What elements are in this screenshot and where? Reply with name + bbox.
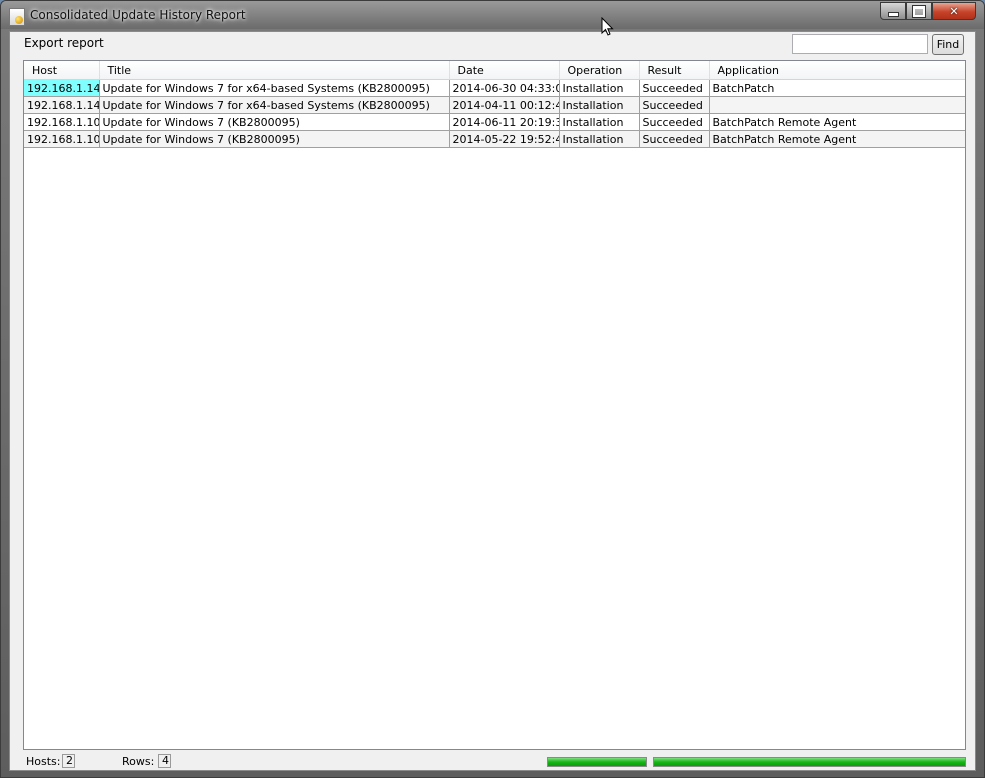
date-cell[interactable]: 2014-06-11 20:19:37 — [449, 113, 560, 131]
column-header-application[interactable]: Application — [709, 61, 965, 80]
result-cell[interactable]: Succeeded — [639, 113, 710, 131]
hosts-count: 2 — [62, 754, 75, 768]
result-cell[interactable]: Succeeded — [639, 96, 710, 114]
table-row[interactable]: 192.168.1.108 Update for Windows 7 (KB28… — [24, 130, 965, 148]
search-input[interactable] — [792, 34, 928, 54]
column-header-date[interactable]: Date — [449, 61, 560, 80]
update-history-table: Host Title Date Operation Result Applica… — [24, 61, 965, 148]
update-history-grid[interactable]: Host Title Date Operation Result Applica… — [23, 60, 966, 750]
table-row[interactable]: 192.168.1.108 Update for Windows 7 (KB28… — [24, 113, 965, 131]
rows-count: 4 — [158, 754, 171, 768]
title-cell[interactable]: Update for Windows 7 (KB2800095) — [99, 113, 450, 131]
window-client-area: Export report Find Host Title Date Opera… — [9, 31, 976, 771]
window-title: Consolidated Update History Report — [30, 8, 246, 22]
progress-bar-2-fill — [654, 758, 965, 766]
caption-buttons: ✕ — [880, 2, 976, 21]
progress-bar-2 — [653, 757, 966, 767]
title-cell[interactable]: Update for Windows 7 for x64-based Syste… — [99, 79, 450, 97]
report-window: Consolidated Update History Report ✕ Exp… — [0, 0, 985, 778]
application-cell[interactable] — [709, 96, 965, 114]
progress-bar-1 — [547, 757, 647, 767]
minimize-button[interactable] — [880, 2, 906, 20]
application-cell[interactable]: BatchPatch Remote Agent — [709, 113, 965, 131]
column-header-title[interactable]: Title — [99, 61, 450, 80]
column-header-operation[interactable]: Operation — [559, 61, 640, 80]
maximize-icon — [913, 5, 925, 17]
title-bar[interactable]: Consolidated Update History Report ✕ — [1, 1, 984, 29]
export-report-menu-item[interactable]: Export report — [24, 36, 104, 50]
close-button[interactable]: ✕ — [932, 2, 976, 20]
table-row[interactable]: 192.168.1.149 Update for Windows 7 for x… — [24, 96, 965, 114]
application-cell[interactable]: BatchPatch Remote Agent — [709, 130, 965, 148]
close-icon: ✕ — [949, 4, 959, 18]
mouse-cursor-icon — [601, 17, 614, 36]
minimize-icon — [887, 11, 899, 17]
host-cell[interactable]: 192.168.1.108 — [24, 113, 100, 131]
column-header-host[interactable]: Host — [24, 61, 100, 80]
date-cell[interactable]: 2014-04-11 00:12:45 — [449, 96, 560, 114]
title-cell[interactable]: Update for Windows 7 for x64-based Syste… — [99, 96, 450, 114]
operation-cell[interactable]: Installation — [559, 96, 640, 114]
result-cell[interactable]: Succeeded — [639, 79, 710, 97]
date-cell[interactable]: 2014-06-30 04:33:04 — [449, 79, 560, 97]
table-header-row: Host Title Date Operation Result Applica… — [24, 61, 965, 80]
column-header-result[interactable]: Result — [639, 61, 710, 80]
host-cell[interactable]: 192.168.1.149 — [24, 96, 100, 114]
rows-label: Rows: — [122, 755, 155, 768]
status-bar: Hosts: 2 Rows: 4 — [10, 752, 975, 770]
progress-bar-1-fill — [548, 758, 646, 766]
operation-cell[interactable]: Installation — [559, 79, 640, 97]
result-cell[interactable]: Succeeded — [639, 130, 710, 148]
title-cell[interactable]: Update for Windows 7 (KB2800095) — [99, 130, 450, 148]
maximize-button[interactable] — [906, 2, 932, 20]
application-cell[interactable]: BatchPatch — [709, 79, 965, 97]
report-app-icon — [9, 8, 25, 26]
host-cell[interactable]: 192.168.1.108 — [24, 130, 100, 148]
find-button[interactable]: Find — [932, 34, 964, 55]
table-row[interactable]: 192.168.1.149 Update for Windows 7 for x… — [24, 79, 965, 97]
operation-cell[interactable]: Installation — [559, 130, 640, 148]
hosts-label: Hosts: — [26, 755, 61, 768]
operation-cell[interactable]: Installation — [559, 113, 640, 131]
host-cell[interactable]: 192.168.1.149 — [24, 79, 100, 97]
date-cell[interactable]: 2014-05-22 19:52:45 — [449, 130, 560, 148]
